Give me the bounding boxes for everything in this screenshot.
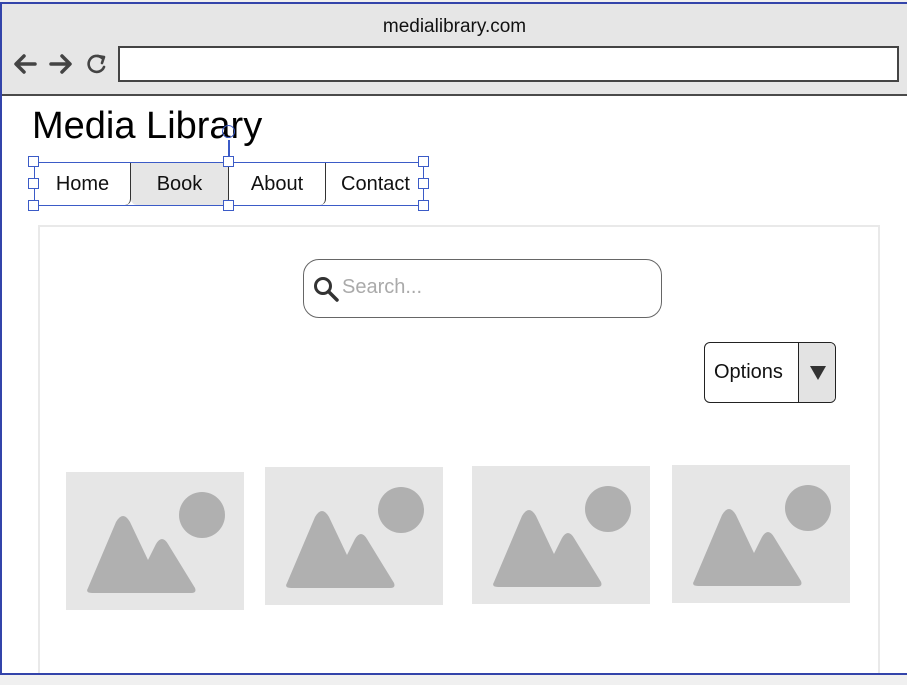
resize-handle-top[interactable]	[223, 156, 234, 167]
browser-window: medialibrary.com Media Library Home Book…	[0, 2, 907, 675]
resize-handle-top-right[interactable]	[418, 156, 429, 167]
resize-handle-top-left[interactable]	[28, 156, 39, 167]
search-input[interactable]: Search...	[303, 259, 662, 318]
tab-about[interactable]: About	[229, 163, 326, 205]
resize-handle-bottom-left[interactable]	[28, 200, 39, 211]
back-button[interactable]	[11, 50, 39, 78]
options-dropdown[interactable]: Options	[704, 342, 836, 403]
browser-title: medialibrary.com	[382, 16, 527, 37]
reload-button[interactable]	[83, 50, 111, 78]
address-bar[interactable]	[118, 46, 899, 82]
rotate-handle[interactable]	[222, 125, 235, 138]
options-label: Options	[714, 361, 783, 383]
image-placeholder	[66, 472, 244, 610]
image-placeholder	[672, 465, 850, 603]
resize-handle-bottom[interactable]	[223, 200, 234, 211]
arrow-right-icon	[49, 54, 72, 74]
image-placeholder	[265, 467, 443, 605]
arrow-left-icon	[14, 54, 37, 74]
search-placeholder: Search...	[342, 276, 423, 298]
resize-handle-right[interactable]	[418, 178, 429, 189]
image-placeholder-icon	[693, 485, 831, 586]
triangle-down-icon	[810, 366, 826, 380]
image-placeholder-icon	[493, 486, 631, 587]
resize-handle-bottom-right[interactable]	[418, 200, 429, 211]
tab-home[interactable]: Home	[35, 163, 131, 205]
image-placeholder-icon	[286, 487, 424, 588]
browser-chrome: medialibrary.com	[2, 4, 907, 96]
tab-contact[interactable]: Contact	[326, 163, 423, 205]
image-placeholder	[472, 466, 650, 604]
dropdown-toggle[interactable]	[798, 343, 835, 402]
image-placeholder-icon	[87, 492, 225, 593]
forward-button[interactable]	[47, 50, 75, 78]
resize-handle-left[interactable]	[28, 178, 39, 189]
tab-book[interactable]: Book	[131, 163, 229, 205]
search-icon	[314, 277, 339, 302]
reload-icon	[87, 54, 106, 74]
